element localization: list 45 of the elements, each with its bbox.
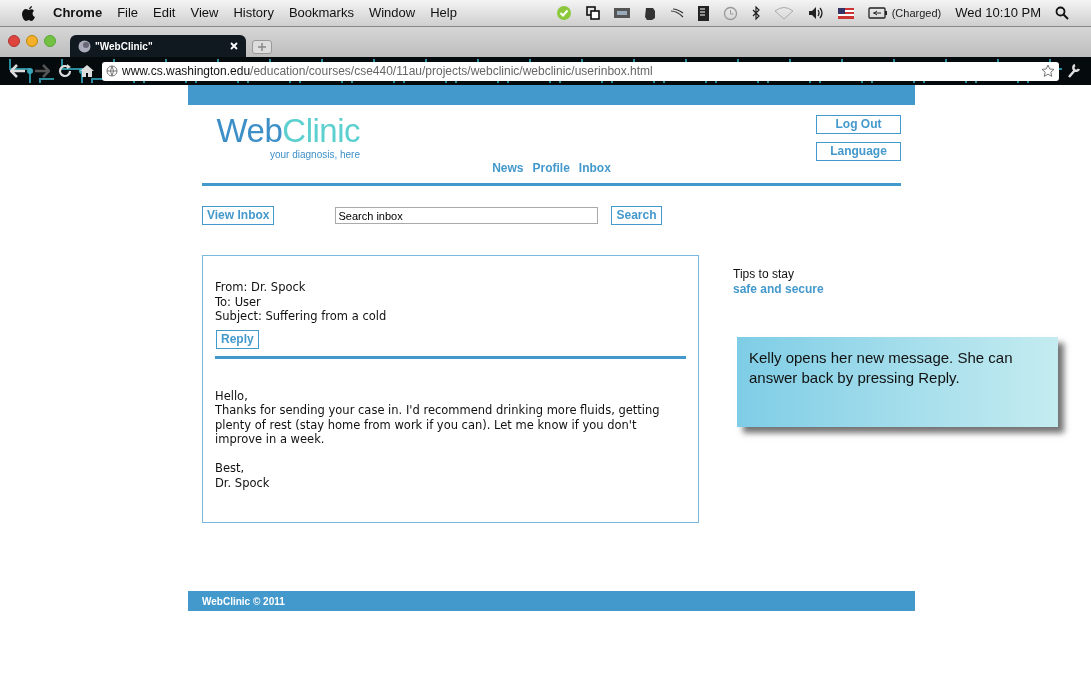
reload-icon[interactable]	[58, 64, 72, 78]
url-text: www.cs.washington.edu/education/courses/cse440/11au/projects/webclinic/webclinic/userinbox.html	[122, 63, 653, 80]
battery-status: (Charged)	[891, 5, 942, 21]
tips-text: Tips to stay	[733, 267, 795, 282]
close-icon[interactable]	[230, 42, 238, 50]
menu-item[interactable]: Bookmarks	[288, 3, 354, 23]
browser-tab[interactable]: "WebClinic"	[70, 35, 246, 57]
close-window-button[interactable]	[8, 35, 20, 47]
globe-icon	[106, 65, 118, 77]
menu-item[interactable]: Help	[430, 3, 457, 23]
menu-item[interactable]: Window	[368, 3, 416, 23]
volume-icon[interactable]	[807, 6, 824, 20]
menu-item[interactable]: History	[233, 3, 274, 23]
battery-icon[interactable]	[867, 7, 888, 19]
message-closing-text: Best,	[215, 461, 246, 476]
windows-icon[interactable]	[585, 6, 600, 20]
menu-item[interactable]: Edit	[153, 3, 176, 23]
back-arrow-icon[interactable]	[10, 64, 26, 78]
globe-icon	[78, 39, 91, 53]
tab-title: "WebClinic"	[95, 39, 153, 54]
menu-clock: Wed 10:10 PM	[955, 4, 1041, 23]
menu-item[interactable]: View	[190, 3, 219, 23]
address-bar[interactable]: www.cs.washington.edu/education/courses/cse440/11au/projects/webclinic/webclinic/userinbox.html	[102, 61, 1059, 81]
message-body-text: Hello,	[215, 388, 249, 403]
star-icon[interactable]	[1041, 64, 1055, 78]
menu-app-name[interactable]: Chrome	[53, 3, 103, 23]
forward-arrow-icon[interactable]	[34, 64, 50, 78]
site-logo[interactable]: WebClinic	[216, 113, 360, 149]
search-icon[interactable]	[1055, 6, 1069, 20]
site-tagline: your diagnosis, here	[269, 149, 360, 161]
footer-text: WebClinic © 2011	[202, 594, 285, 609]
message-subject: Subject: Suffering from a cold	[215, 309, 388, 324]
home-icon[interactable]	[80, 64, 94, 78]
message-body-text: Thanks for sending your case in. I'd recommend drinking more fluids, getting plenty of rest (stay home from work if you can). Let me know if you don't improve in a week.	[215, 403, 661, 447]
plus-icon	[258, 43, 266, 51]
bluetooth-icon[interactable]	[751, 6, 760, 20]
message-from: From: Dr. Spock	[215, 280, 307, 295]
message-closing-text: Dr. Spock	[215, 475, 271, 490]
menu-item[interactable]: File	[117, 3, 139, 23]
apple-icon[interactable]	[22, 5, 36, 21]
callout-note: Kelly opens her new message. She can answer back by pressing Reply.	[737, 337, 1058, 427]
flag-icon[interactable]	[837, 7, 854, 19]
message-to: To: User	[215, 294, 262, 309]
wrench-icon[interactable]	[1067, 63, 1081, 79]
search-field[interactable]: Search inbox	[335, 207, 599, 224]
